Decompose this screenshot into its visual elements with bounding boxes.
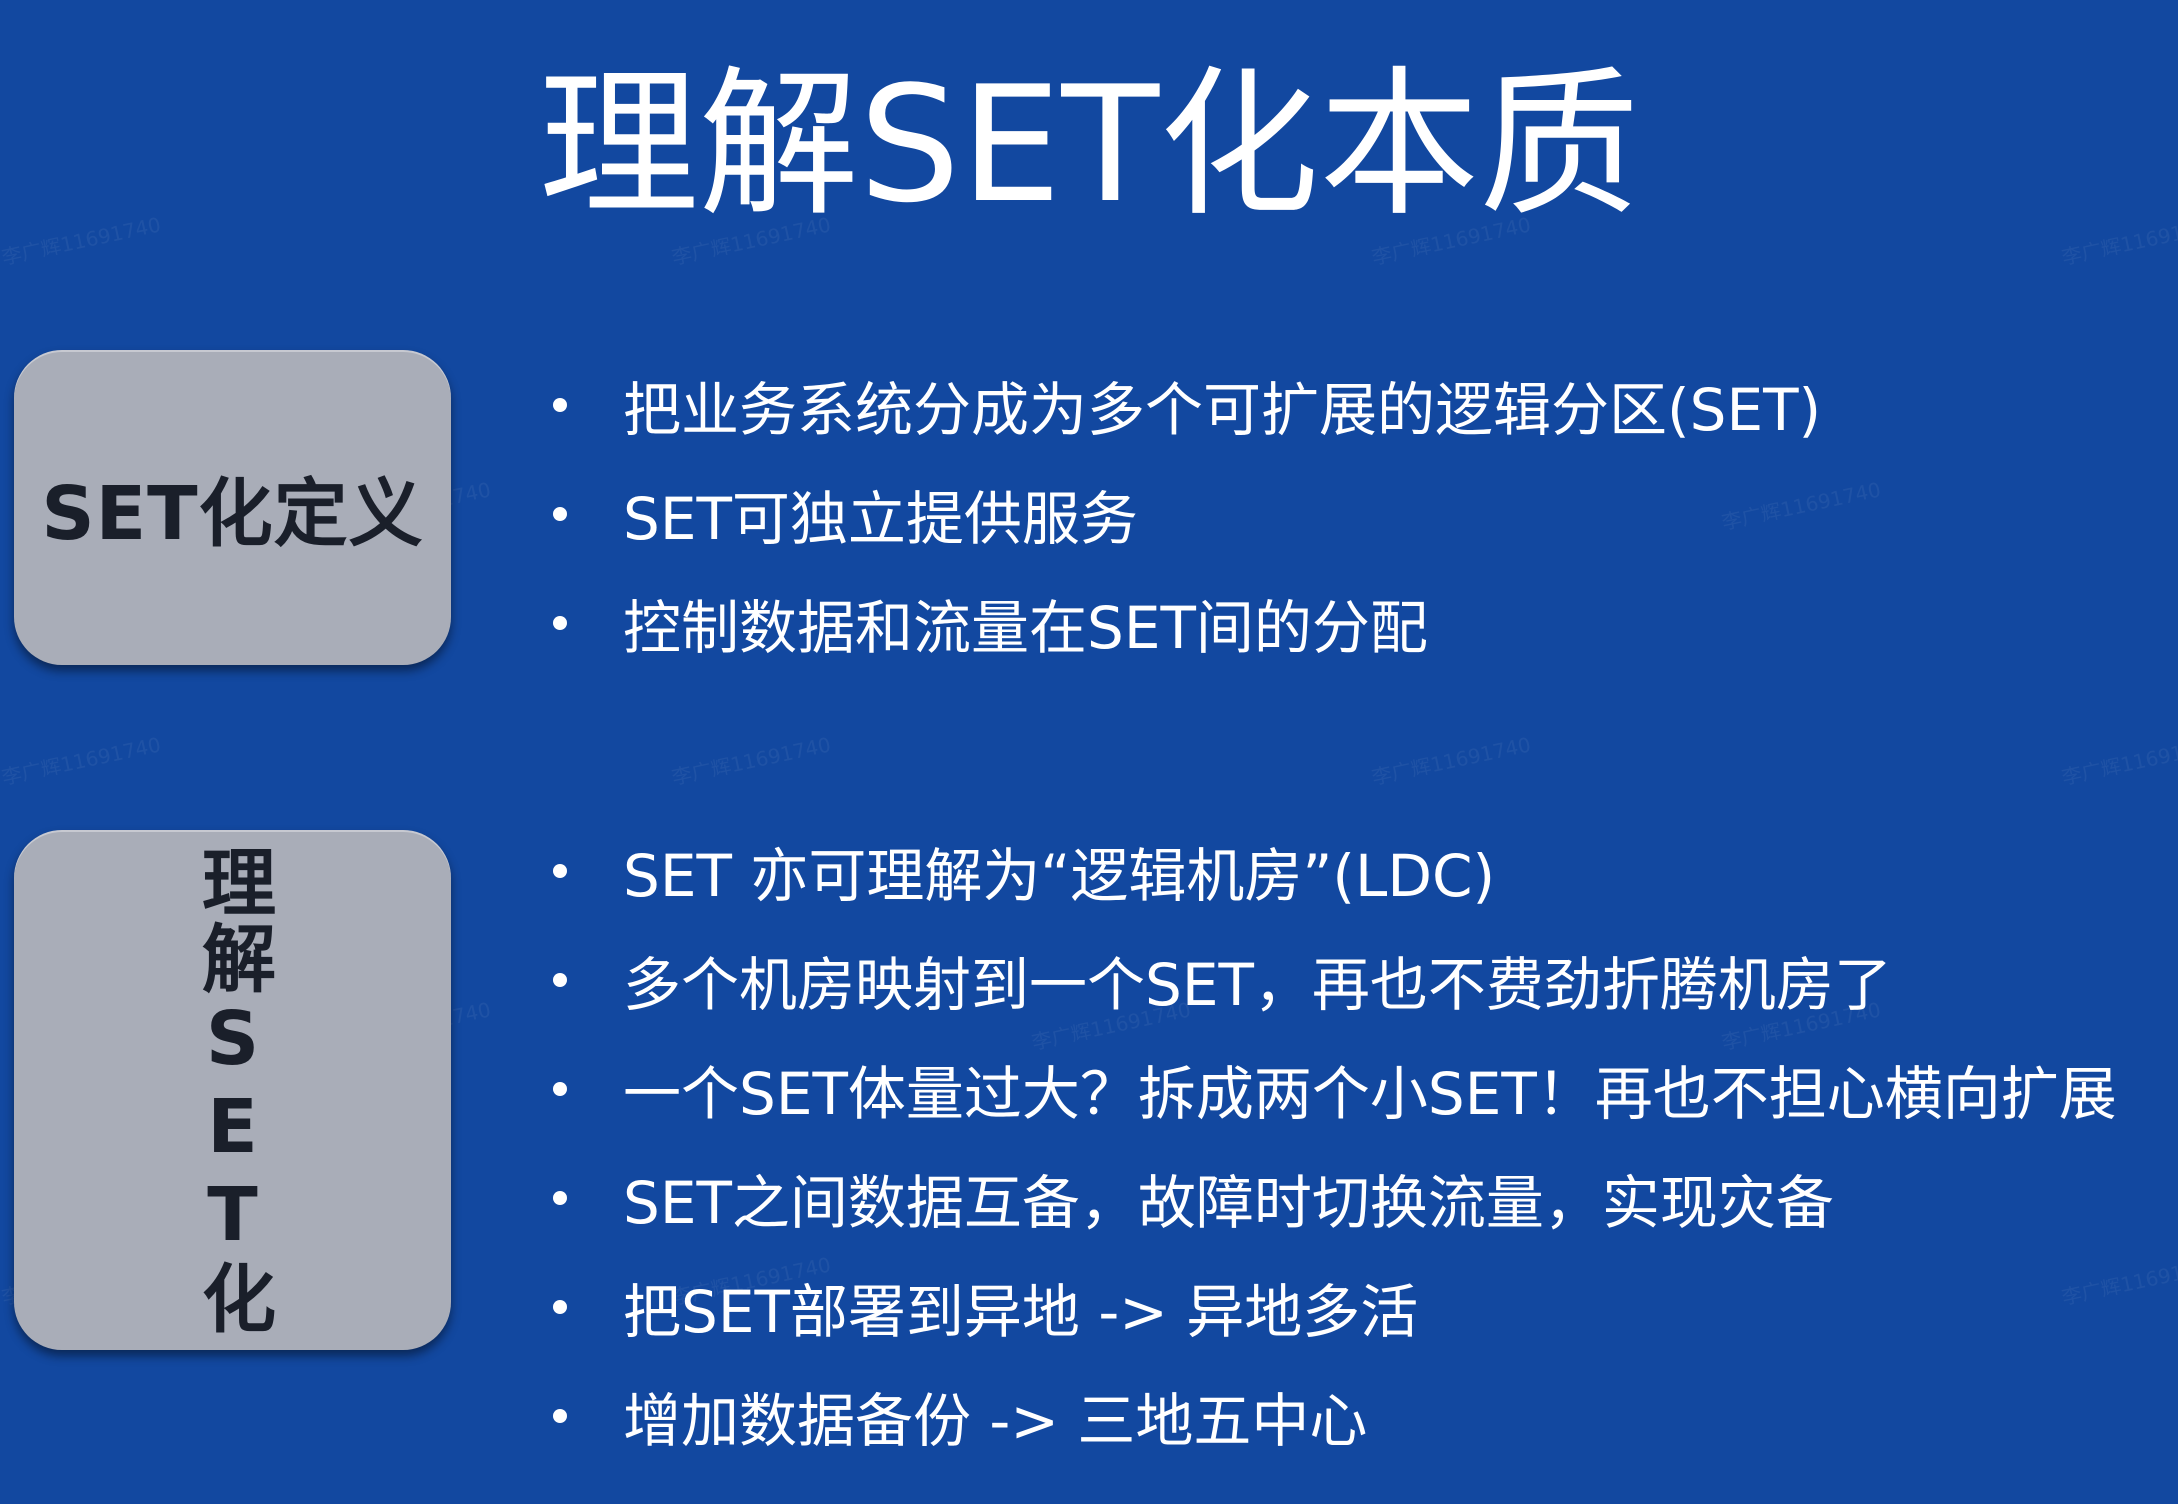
slide: 李广辉11691740 李广辉11691740 李广辉11691740 李广辉1… bbox=[0, 0, 2178, 1504]
bullet-icon bbox=[553, 397, 567, 412]
definition-label-box: SET化定义 bbox=[14, 350, 451, 665]
bullet-icon bbox=[553, 506, 567, 521]
bullet-text: 控制数据和流量在SET间的分配 bbox=[623, 593, 1428, 662]
watermark: 李广辉11691740 bbox=[1719, 477, 1883, 535]
watermark: 李广辉11691740 bbox=[669, 732, 833, 790]
bullet-text: 把业务系统分成为多个可扩展的逻辑分区(SET) bbox=[623, 375, 1822, 444]
understanding-label-box: 理解SET化 bbox=[14, 830, 451, 1350]
bullet-text: 增加数据备份 -> 三地五中心 bbox=[623, 1386, 1368, 1455]
bullet-text: 多个机房映射到一个SET，再也不费劲折腾机房了 bbox=[623, 950, 1892, 1019]
slide-title: 理解SET化本质 bbox=[538, 51, 1640, 238]
watermark: 李广辉11691740 bbox=[2059, 732, 2178, 790]
bullet-icon bbox=[553, 972, 567, 987]
bullet-text: SET 亦可理解为“逻辑机房”(LDC) bbox=[623, 841, 1496, 910]
bullet-icon bbox=[553, 1408, 567, 1423]
bullet-text: SET之间数据互备，故障时切换流量，实现灾备 bbox=[623, 1168, 1834, 1237]
definition-label: SET化定义 bbox=[41, 471, 424, 557]
bullet-icon bbox=[553, 863, 567, 878]
watermark: 李广辉11691740 bbox=[2059, 1252, 2178, 1310]
bullet-text: 把SET部署到异地 -> 异地多活 bbox=[623, 1277, 1419, 1346]
watermark: 李广辉11691740 bbox=[1369, 732, 1533, 790]
bullet-icon bbox=[553, 1081, 567, 1096]
understanding-label: 理解SET化 bbox=[189, 844, 276, 1336]
bullet-icon bbox=[553, 615, 567, 630]
bullet-text: 一个SET体量过大？拆成两个小SET！再也不担心横向扩展 bbox=[623, 1059, 2117, 1128]
bullet-icon bbox=[553, 1299, 567, 1314]
bullet-icon bbox=[553, 1190, 567, 1205]
bullet-text: SET可独立提供服务 bbox=[623, 484, 1138, 553]
watermark: 李广辉11691740 bbox=[0, 732, 163, 790]
